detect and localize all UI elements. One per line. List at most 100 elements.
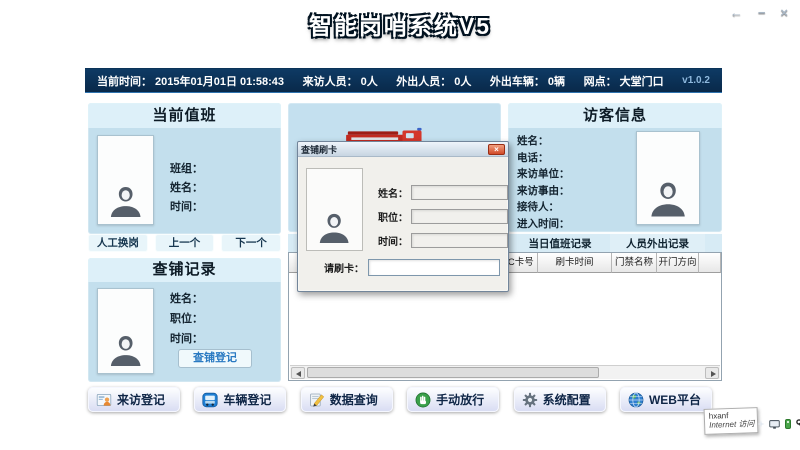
duty-name-label: 姓名： <box>170 179 203 198</box>
scrollbar-thumb[interactable] <box>307 367 599 378</box>
visitor-enter-time-label: 进入时间： <box>517 216 570 233</box>
manual-shift-button[interactable]: 人工换岗 <box>88 234 148 252</box>
visitor-info-title: 访客信息 <box>508 103 722 128</box>
dialog-name-field[interactable] <box>411 185 508 200</box>
visitor-company-label: 来访单位： <box>517 166 570 183</box>
next-button[interactable]: 下一个 <box>221 234 281 252</box>
dialog-title: 查铺刷卡 <box>301 143 337 156</box>
visitor-phone-label: 电话： <box>517 150 570 167</box>
dialog-name-row: 姓名： <box>368 184 508 200</box>
bed-check-time-label: 时间： <box>170 329 203 349</box>
web-platform-button[interactable]: WEB平台 <box>620 387 712 412</box>
dialog-swipe-input[interactable] <box>368 259 500 276</box>
dialog-position-field[interactable] <box>411 209 508 224</box>
visitor-receiver-label: 接待人： <box>517 199 570 216</box>
dialog-name-label: 姓名： <box>368 185 408 200</box>
system-tray <box>757 419 800 429</box>
tab-personnel-out-record[interactable]: 人员外出记录 <box>610 234 705 254</box>
out-vehicles-label: 外出车辆： <box>490 76 545 88</box>
person-icon <box>316 209 352 245</box>
site-label: 网点： <box>584 76 617 88</box>
duty-team-label: 班组： <box>170 160 203 179</box>
visitor-register-icon <box>96 392 112 408</box>
visitor-register-label: 来访登记 <box>117 391 165 408</box>
dialog-photo-placeholder <box>306 168 363 251</box>
status-out-vehicles: 外出车辆：0辆 <box>490 73 568 89</box>
current-duty-title: 当前值班 <box>88 103 281 128</box>
visitor-info-panel: 访客信息 姓名： 电话： 来访单位： 来访事由： 接待人： 进入时间： <box>508 103 722 232</box>
tray-usb-icon[interactable] <box>784 419 792 429</box>
person-icon <box>107 182 144 219</box>
tray-star-icon[interactable] <box>757 420 765 428</box>
out-people-label: 外出人员： <box>396 76 451 88</box>
data-query-label: 数据查询 <box>330 391 378 408</box>
scroll-left-arrow[interactable] <box>291 367 305 379</box>
visitor-reason-label: 来访事由： <box>517 183 570 200</box>
table-header-spacer <box>699 253 721 273</box>
current-time-value: 2015年01月01日 01:58:43 <box>155 76 284 88</box>
scroll-right-arrow[interactable] <box>705 367 719 379</box>
web-platform-label: WEB平台 <box>649 391 701 408</box>
dialog-time-field[interactable] <box>411 233 508 248</box>
duty-time-label: 时间： <box>170 198 203 217</box>
data-query-icon <box>309 392 325 408</box>
status-current-time: 当前时间：2015年01月01日 01:58:43 <box>97 73 287 89</box>
bed-check-position-label: 职位： <box>170 309 203 329</box>
bed-check-fields: 姓名： 职位： 时间： <box>170 289 203 349</box>
previous-button[interactable]: 上一个 <box>155 234 215 252</box>
visitor-register-button[interactable]: 来访登记 <box>88 387 180 412</box>
bed-check-name-label: 姓名： <box>170 289 203 309</box>
bed-check-photo-placeholder <box>97 288 154 374</box>
close-icon[interactable]: × <box>780 5 788 20</box>
dialog-position-row: 职位： <box>368 208 508 224</box>
data-query-button[interactable]: 数据查询 <box>301 387 393 412</box>
site-value: 大堂门口 <box>620 76 664 88</box>
table-header-swipe-time: 刷卡时间 <box>538 253 612 273</box>
duty-button-row: 人工换岗 上一个 下一个 <box>88 234 281 252</box>
visitor-name-label: 姓名： <box>517 133 570 150</box>
person-icon <box>647 177 689 219</box>
back-icon[interactable]: ← <box>730 5 743 20</box>
duty-fields: 班组： 姓名： 时间： <box>170 160 203 217</box>
tray-tooltip-access: Internet 访问 <box>709 419 753 431</box>
window-controls: ← − × <box>730 5 788 20</box>
manual-release-label: 手动放行 <box>436 391 484 408</box>
current-time-label: 当前时间： <box>97 76 152 88</box>
tab-daily-duty-record[interactable]: 当日值班记录 <box>510 234 610 254</box>
current-duty-panel: 当前值班 班组： 姓名： 时间： <box>88 103 281 234</box>
status-site: 网点：大堂门口 <box>584 73 667 89</box>
duty-photo-placeholder <box>97 135 154 225</box>
out-people-value: 0人 <box>454 76 471 88</box>
bed-check-swipe-dialog: 查铺刷卡 × 姓名： 职位： 时间： 请刷卡： <box>297 141 509 292</box>
manual-release-button[interactable]: 手动放行 <box>407 387 499 412</box>
visitor-photo-placeholder <box>636 131 700 225</box>
dialog-time-label: 时间： <box>368 233 408 248</box>
dialog-close-button[interactable]: × <box>488 144 505 155</box>
table-header-direction: 开门方向 <box>657 253 699 273</box>
visitors-value: 0人 <box>361 76 378 88</box>
dialog-position-label: 职位： <box>368 209 408 224</box>
minimize-icon[interactable]: − <box>758 5 766 20</box>
bottom-toolbar: 来访登记 车辆登记 数据查询 手动放行 系统配置 WEB平台 <box>88 387 712 412</box>
horizontal-scrollbar[interactable] <box>290 365 720 379</box>
vehicle-register-icon <box>202 392 218 408</box>
bed-check-panel: 查铺记录 姓名： 职位： 时间： 查铺登记 <box>88 258 281 382</box>
vehicle-register-button[interactable]: 车辆登记 <box>194 387 286 412</box>
visitors-label: 来访人员： <box>303 76 358 88</box>
person-icon <box>107 331 144 368</box>
dialog-title-bar[interactable]: 查铺刷卡 × <box>298 142 508 157</box>
bed-check-register-button[interactable]: 查铺登记 <box>178 349 252 368</box>
status-visitors: 来访人员：0人 <box>303 73 381 89</box>
system-config-button[interactable]: 系统配置 <box>514 387 606 412</box>
bed-check-title: 查铺记录 <box>88 258 281 282</box>
tray-monitor-icon[interactable] <box>769 420 780 429</box>
tray-wrench-icon[interactable] <box>796 419 800 429</box>
system-config-icon <box>522 392 538 408</box>
vehicle-register-label: 车辆登记 <box>223 391 271 408</box>
status-out-people: 外出人员：0人 <box>396 73 474 89</box>
system-config-label: 系统配置 <box>543 391 591 408</box>
app-title: 智能岗哨系统V5 <box>0 7 800 41</box>
dialog-time-row: 时间： <box>368 232 508 248</box>
web-platform-icon <box>628 392 644 408</box>
version-label: v1.0.2 <box>682 75 710 86</box>
